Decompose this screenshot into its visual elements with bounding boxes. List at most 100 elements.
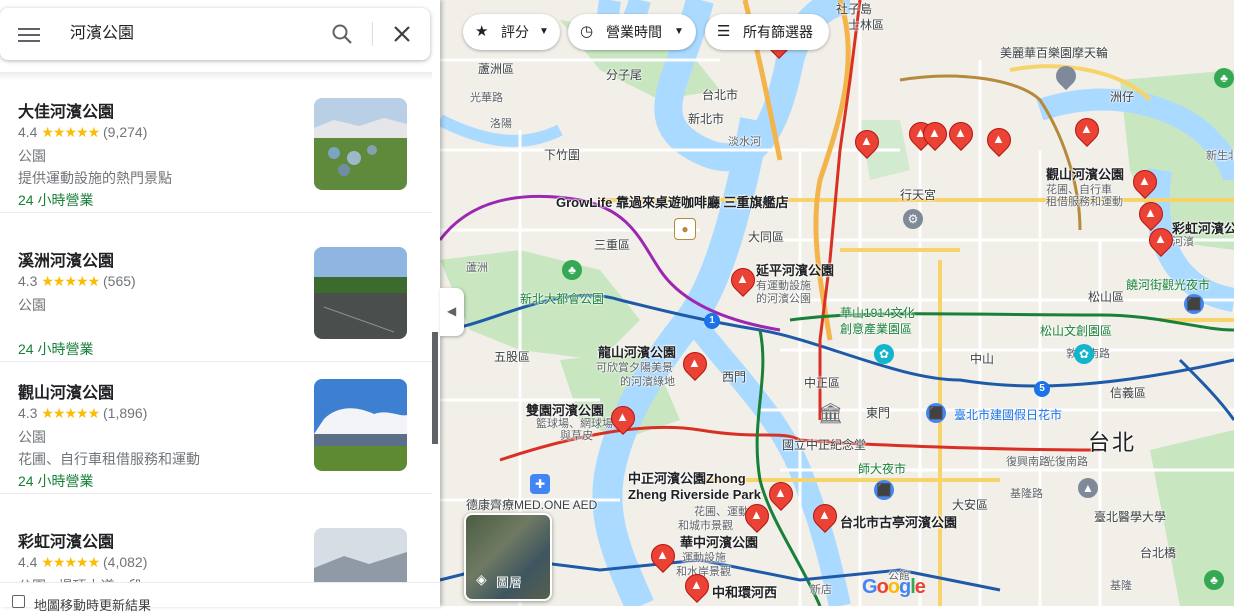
sliders-icon: ☰ <box>717 23 731 40</box>
result-description: 提供運動設施的熱門景點 <box>18 170 172 186</box>
shopping-poi-icon[interactable]: ⬛ <box>926 403 946 423</box>
map-label: 國立中正紀念堂 <box>782 438 867 452</box>
rating-filter-label: 評分 <box>501 24 529 40</box>
rating-value: 4.4 <box>18 554 38 570</box>
map-label: 中正河濱公園Zhong <box>628 471 746 486</box>
result-name[interactable]: 彩虹河濱公園 <box>18 528 114 552</box>
review-count[interactable]: (4,082) <box>103 554 147 570</box>
rating-filter-chip[interactable]: ★ 評分 ▼ <box>463 14 560 50</box>
clock-icon: ◷ <box>580 23 594 40</box>
result-type: 公園 <box>18 148 46 164</box>
result-type: 公園 <box>18 297 46 313</box>
map-label: 和城市景觀 <box>678 520 733 532</box>
park-poi-icon[interactable]: ♣ <box>562 260 582 280</box>
map-label: 與草皮 <box>560 430 593 442</box>
result-photo[interactable] <box>314 528 407 582</box>
map-label: 台北橋 <box>1140 546 1177 560</box>
cafe-poi-icon[interactable]: ● <box>674 218 696 240</box>
layers-button[interactable]: ◈ 圖層 <box>464 513 552 601</box>
medical-poi-icon[interactable]: ✚ <box>530 474 550 494</box>
map-label: 華山1914文化 <box>840 306 915 320</box>
hours-filter-chip[interactable]: ◷ 營業時間 ▼ <box>568 14 696 50</box>
result-rating: 4.3 ★★★★★ (1,896) <box>18 405 147 422</box>
result-name[interactable]: 大佳河濱公園 <box>18 98 114 122</box>
star-icon: ★ <box>475 23 489 40</box>
result-type: 公園 <box>18 429 46 445</box>
result-photo[interactable] <box>314 379 407 471</box>
map-label: 美麗華百樂園摩天輪 <box>1000 46 1109 60</box>
map-label: 復興南路 <box>1006 456 1050 468</box>
result-name[interactable]: 觀山河濱公園 <box>18 379 114 403</box>
map-label: 運動設施 <box>682 552 726 564</box>
memorial-hall-icon[interactable]: 🏛 <box>818 404 843 424</box>
rating-value: 4.3 <box>18 405 38 421</box>
result-name[interactable]: 溪洲河濱公園 <box>18 247 114 271</box>
map-label: 東門 <box>866 406 891 420</box>
result-rating: 4.4 ★★★★★ (9,274) <box>18 124 147 141</box>
map-label: 龍山河濱公園 <box>598 345 677 360</box>
map-label: 洲仔 <box>1110 90 1135 104</box>
map-label: 可欣賞夕陽美景 <box>596 362 673 374</box>
park-poi-icon[interactable]: ♣ <box>1204 570 1224 590</box>
update-results-checkbox[interactable] <box>12 595 25 608</box>
map-label: 大安區 <box>952 498 989 512</box>
map-label: 中和環河西 <box>712 585 778 600</box>
temple-poi-icon[interactable]: ⚙ <box>903 209 923 229</box>
map-label: 淡水河 <box>728 136 761 148</box>
map-label: 士林區 <box>848 18 885 32</box>
menu-icon[interactable] <box>18 24 40 44</box>
map-label: GrowLife 靠過來桌遊咖啡廳 三重旗艦店 <box>556 195 789 210</box>
map-label: 新生北路 <box>1206 150 1234 162</box>
result-item[interactable]: 觀山河濱公園 4.3 ★★★★★ (1,896) 公園 花圃、自行車租借服務和運… <box>0 361 432 494</box>
map-label: 蘆洲 <box>466 262 488 274</box>
search-input[interactable]: 河濱公園 <box>70 22 134 46</box>
review-count[interactable]: (565) <box>103 273 136 289</box>
result-item[interactable]: 彩虹河濱公園 4.4 ★★★★★ (4,082) 公園 · 堤頂大道一段 <box>0 510 432 582</box>
map-label: Zheng Riverside Park <box>628 487 761 502</box>
map-label: 行天宮 <box>900 188 937 202</box>
map-label: 華中河濱公園 <box>680 535 759 550</box>
all-filters-label: 所有篩選器 <box>743 24 813 40</box>
map-label: 中正區 <box>804 376 841 390</box>
map-label: 台北 <box>1088 430 1137 455</box>
map-label: 基隆 <box>1110 580 1132 592</box>
park-poi-icon[interactable]: ✿ <box>874 344 894 364</box>
map-label: 新店 <box>810 584 832 596</box>
hours-filter-label: 營業時間 <box>606 24 662 40</box>
map-label: 的河濱綠地 <box>620 376 675 388</box>
results-list: 大佳河濱公園 4.4 ★★★★★ (9,274) 公園 提供運動設施的熱門景點 … <box>0 72 432 582</box>
result-item[interactable]: 大佳河濱公園 4.4 ★★★★★ (9,274) 公園 提供運動設施的熱門景點 … <box>0 80 432 213</box>
map-label: 新北大都會公園 <box>520 292 605 306</box>
search-icon[interactable] <box>330 22 354 46</box>
list-top-shade <box>0 72 432 80</box>
result-hours: 24 小時營業 <box>18 473 94 489</box>
star-rating-icon: ★★★★★ <box>41 405 100 421</box>
close-icon[interactable] <box>390 22 414 46</box>
review-count[interactable]: (9,274) <box>103 124 147 140</box>
map-label: 大同區 <box>748 230 785 244</box>
map-label: 臺北市建國假日花市 <box>954 408 1063 422</box>
shopping-poi-icon[interactable]: ⬛ <box>874 480 894 500</box>
star-rating-icon: ★★★★★ <box>41 554 100 570</box>
result-photo[interactable] <box>314 247 407 339</box>
shopping-poi-icon[interactable]: ⬛ <box>1184 294 1204 314</box>
map-label: 信義區 <box>1110 386 1147 400</box>
map-label: 蘆洲區 <box>478 62 515 76</box>
collapse-panel-button[interactable]: ◀ <box>440 288 464 336</box>
review-count[interactable]: (1,896) <box>103 405 147 421</box>
school-poi-icon[interactable]: ▲ <box>1078 478 1098 498</box>
mrt-line-badge-5: 5 <box>1034 381 1050 397</box>
result-photo[interactable] <box>314 98 407 190</box>
map-label: 饒河街觀光夜市 <box>1126 278 1211 292</box>
result-item[interactable]: 溪洲河濱公園 4.3 ★★★★★ (565) 公園 24 小時營業 <box>0 229 432 362</box>
map-label: 松山文創園區 <box>1040 324 1113 338</box>
star-rating-icon: ★★★★★ <box>41 273 100 289</box>
all-filters-chip[interactable]: ☰ 所有篩選器 <box>705 14 829 50</box>
results-scrollbar[interactable] <box>432 332 438 444</box>
results-panel: 河濱公園 大佳河濱公園 4.4 ★★★★★ (9,274) 公園 提供運動設施的… <box>0 0 440 613</box>
park-poi-icon[interactable]: ♣ <box>1214 68 1234 88</box>
park-poi-icon[interactable]: ✿ <box>1074 344 1094 364</box>
map-label: 德康齊療MED.ONE AED <box>466 498 598 512</box>
map-label: 洛陽 <box>490 118 512 130</box>
map-label: 中山 <box>970 352 995 366</box>
